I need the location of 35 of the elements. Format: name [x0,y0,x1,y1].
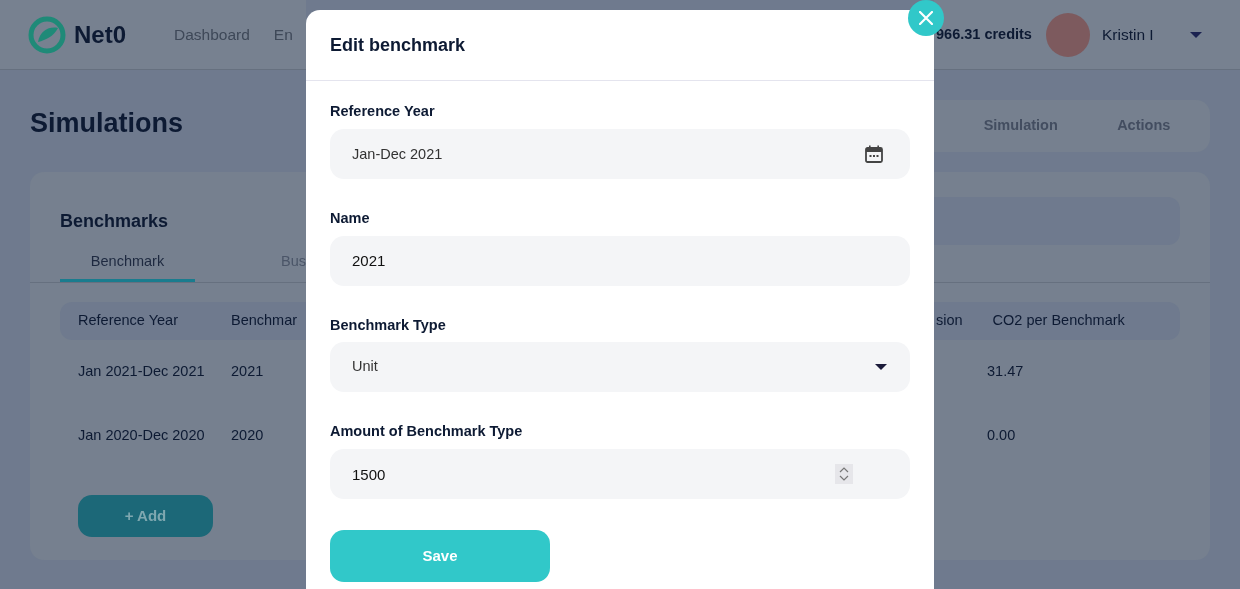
field-label: Benchmark Type [330,315,447,335]
column-header: Reference Year [77,311,179,331]
table-cell-text: Jan 2021-Dec 2021 [77,362,206,382]
logo-icon [28,15,66,54]
tab[interactable]: Benchmark [60,251,195,282]
spinner-icon[interactable] [835,464,853,484]
calendar-icon [865,144,883,163]
caret-icon [874,363,888,372]
add-button[interactable]: + Add [78,495,213,537]
field-label: Name [330,208,371,228]
field-label: Reference Year [330,102,436,121]
user-menu-button[interactable] [1189,30,1203,39]
credits-text: 966.31 credits [936,24,1032,44]
field-label: Amount of Benchmark Type [330,422,524,442]
column-header: Benchmar [231,311,299,331]
table-cell-text: 2020 [231,426,265,446]
logo-text: Net0 [74,19,127,50]
column-header: sion [936,311,963,331]
number-field[interactable]: 1500 [330,449,910,499]
column-header: CO2 per Benchmark [992,311,1125,331]
save-button[interactable]: Save [330,530,550,582]
caret-icon [1189,30,1203,39]
table-cell-text: 2021 [231,362,265,382]
table-cell-text: Jan 2020-Dec 2020 [77,426,206,446]
close-icon [919,11,933,25]
nav-link[interactable]: En [273,22,293,47]
section-title: Benchmarks [60,209,169,233]
input-field[interactable]: 2021 [330,235,910,286]
table-cell-text: 0.00 [987,426,1016,446]
nav-link[interactable]: Dashboard [174,22,250,47]
select-field[interactable]: Unit [330,342,910,393]
user-name: Kristin I [1101,24,1154,45]
table-cell-text: 31.47 [987,362,1024,382]
date-field[interactable]: Jan-Dec 2021 [330,128,910,179]
page-title: Simulations [30,106,184,140]
